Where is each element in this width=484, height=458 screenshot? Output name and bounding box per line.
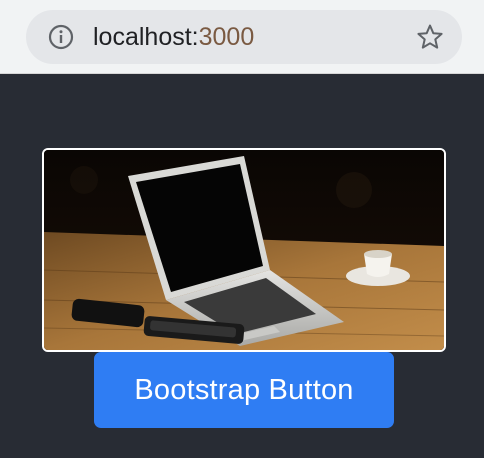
address-bar[interactable]: localhost:3000 — [26, 10, 462, 64]
url-port: 3000 — [198, 23, 255, 51]
url-text[interactable]: localhost:3000 — [93, 22, 254, 52]
laptop-photo — [42, 148, 446, 352]
url-host: localhost: — [93, 23, 199, 51]
info-icon[interactable] — [48, 24, 74, 50]
browser-toolbar: localhost:3000 — [0, 0, 484, 74]
bootstrap-button[interactable]: Bootstrap Button — [94, 352, 394, 428]
star-icon[interactable] — [416, 23, 444, 51]
app-content: Bootstrap Button — [0, 75, 484, 458]
laptop-image — [44, 150, 444, 350]
